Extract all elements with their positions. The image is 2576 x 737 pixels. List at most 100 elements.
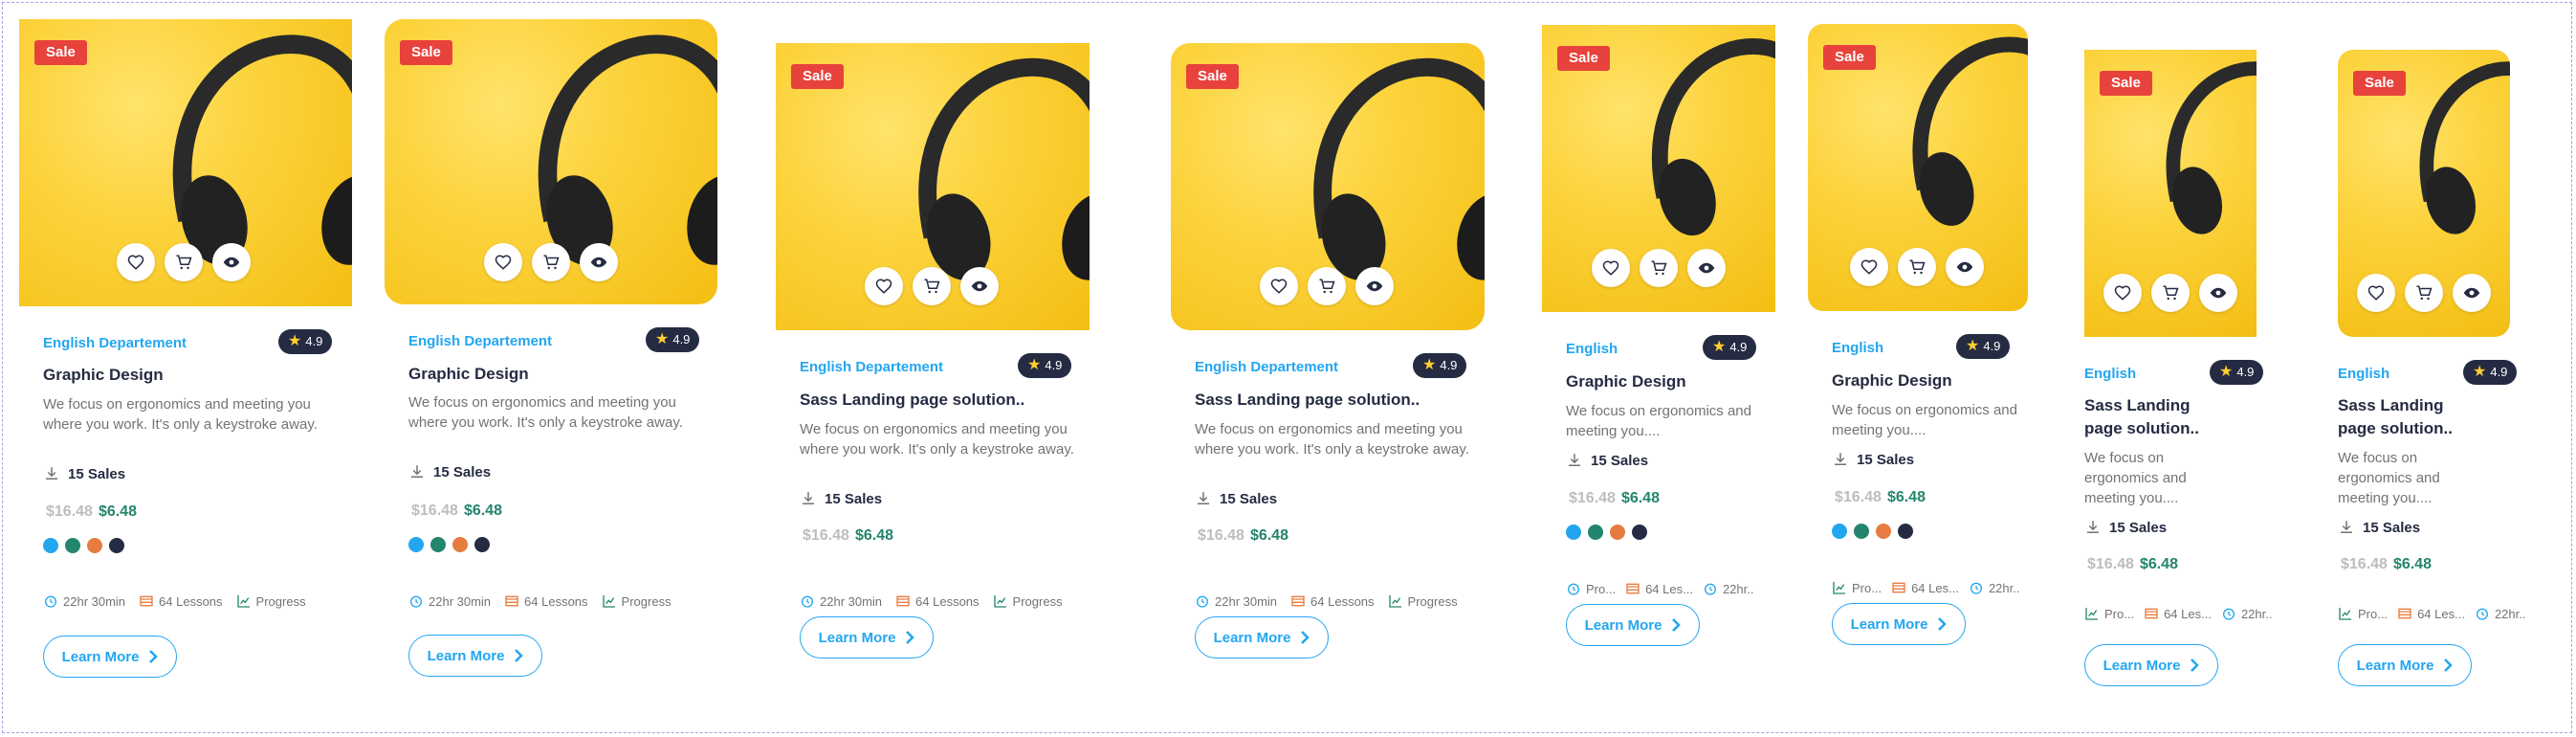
add-to-cart-button[interactable] <box>165 243 203 281</box>
product-title[interactable]: Sass Landing page solution.. <box>2338 394 2472 440</box>
quick-view-button[interactable] <box>1687 249 1726 287</box>
download-icon <box>46 467 57 480</box>
learn-more-button[interactable]: Learn More <box>2338 644 2472 686</box>
product-image: Sale <box>2338 50 2510 337</box>
quick-view-button[interactable] <box>2199 274 2237 312</box>
add-to-cart-button[interactable] <box>2405 274 2443 312</box>
lessons-icon <box>1892 582 1905 593</box>
cart-icon <box>543 255 560 270</box>
old-price: $16.48 <box>1835 489 1882 505</box>
learn-more-button[interactable]: Learn More <box>1566 604 1700 646</box>
wishlist-button[interactable] <box>1260 267 1298 305</box>
eye-icon <box>1698 262 1715 274</box>
category-label[interactable]: English Departement <box>800 359 943 375</box>
eye-icon <box>1366 280 1383 292</box>
new-price: $6.48 <box>854 527 893 544</box>
quick-view-button[interactable] <box>2453 274 2491 312</box>
category-label[interactable]: English Departement <box>43 335 187 351</box>
wishlist-button[interactable] <box>865 267 903 305</box>
product-title[interactable]: Sass Landing page solution.. <box>800 389 1024 412</box>
color-swatch[interactable] <box>109 538 124 553</box>
rating-value: 4.9 <box>305 334 323 348</box>
product-title[interactable]: Sass Landing page solution.. <box>2084 394 2218 440</box>
color-swatch[interactable] <box>43 538 58 553</box>
add-to-cart-button[interactable] <box>1640 249 1678 287</box>
product-title[interactable]: Sass Landing page solution.. <box>1195 389 1420 412</box>
category-label[interactable]: English <box>1832 340 1883 356</box>
learn-more-button[interactable]: Learn More <box>800 616 934 659</box>
course-stats: Pro... 64 Les... 22hr.. <box>2338 606 2525 621</box>
product-title[interactable]: Graphic Design <box>43 364 164 387</box>
star-icon: ★ <box>655 331 670 347</box>
add-to-cart-button[interactable] <box>913 267 951 305</box>
star-icon: ★ <box>1712 339 1727 355</box>
quick-view-button[interactable] <box>1355 267 1394 305</box>
quick-view-button[interactable] <box>960 267 999 305</box>
category-label[interactable]: English <box>2338 366 2389 382</box>
learn-more-button[interactable]: Learn More <box>408 635 542 677</box>
old-price: $16.48 <box>1198 527 1244 544</box>
product-image: Sale <box>1542 25 1775 312</box>
rating-value: 4.9 <box>2236 365 2255 379</box>
download-icon <box>2341 521 2352 533</box>
product-title[interactable]: Graphic Design <box>408 363 529 386</box>
wishlist-button[interactable] <box>2357 274 2395 312</box>
old-price: $16.48 <box>803 527 849 544</box>
color-swatch[interactable] <box>87 538 102 553</box>
product-title[interactable]: Graphic Design <box>1566 370 1686 393</box>
color-swatch[interactable] <box>474 537 490 552</box>
sales-count: 15 Sales <box>408 463 491 480</box>
download-icon <box>411 465 423 478</box>
learn-more-button[interactable]: Learn More <box>2084 644 2218 686</box>
color-swatch[interactable] <box>1632 525 1647 540</box>
color-swatch[interactable] <box>1876 524 1891 539</box>
lessons-icon <box>1291 595 1305 607</box>
category-label[interactable]: English <box>2084 366 2136 382</box>
color-swatch[interactable] <box>1832 524 1847 539</box>
color-swatch[interactable] <box>408 537 424 552</box>
heart-icon <box>1270 279 1288 294</box>
category-label[interactable]: English <box>1566 341 1618 357</box>
quick-view-button[interactable] <box>580 243 618 281</box>
cart-icon <box>2163 285 2179 301</box>
learn-more-button[interactable]: Learn More <box>43 636 177 678</box>
color-swatch[interactable] <box>1610 525 1625 540</box>
star-icon: ★ <box>2473 364 2487 380</box>
headphones-image <box>2419 61 2510 234</box>
color-swatch[interactable] <box>1588 525 1603 540</box>
color-swatch[interactable] <box>65 538 80 553</box>
add-to-cart-button[interactable] <box>1308 267 1346 305</box>
color-swatch[interactable] <box>1898 524 1913 539</box>
chart-icon <box>1388 595 1401 608</box>
price: $16.48 $6.48 <box>1198 527 1288 545</box>
learn-more-button[interactable]: Learn More <box>1832 603 1966 645</box>
quick-view-button[interactable] <box>1946 248 1984 286</box>
product-title[interactable]: Graphic Design <box>1832 369 1952 392</box>
quick-view-button[interactable] <box>212 243 251 281</box>
category-label[interactable]: English Departement <box>408 333 552 349</box>
color-swatch[interactable] <box>452 537 468 552</box>
sales-count: 15 Sales <box>2084 519 2167 536</box>
add-to-cart-button[interactable] <box>2151 274 2190 312</box>
eye-icon <box>2463 287 2480 299</box>
wishlist-button[interactable] <box>1850 248 1888 286</box>
add-to-cart-button[interactable] <box>532 243 570 281</box>
rating-badge: ★ 4.9 <box>2463 360 2518 385</box>
new-price: $6.48 <box>2139 556 2178 572</box>
wishlist-button[interactable] <box>1592 249 1630 287</box>
category-label[interactable]: English Departement <box>1195 359 1338 375</box>
product-image: Sale <box>385 19 717 304</box>
wishlist-button[interactable] <box>484 243 522 281</box>
lessons-icon <box>2145 608 2158 619</box>
learn-more-button[interactable]: Learn More <box>1195 616 1329 659</box>
add-to-cart-button[interactable] <box>1898 248 1936 286</box>
wishlist-button[interactable] <box>2103 274 2142 312</box>
wishlist-button[interactable] <box>117 243 155 281</box>
color-swatch[interactable] <box>430 537 446 552</box>
color-swatch[interactable] <box>1566 525 1581 540</box>
color-swatch[interactable] <box>1854 524 1869 539</box>
chevron-right-icon <box>1938 617 1948 631</box>
eye-icon <box>2210 287 2227 299</box>
cart-icon <box>1909 259 1926 275</box>
sales-count: 15 Sales <box>800 490 882 507</box>
